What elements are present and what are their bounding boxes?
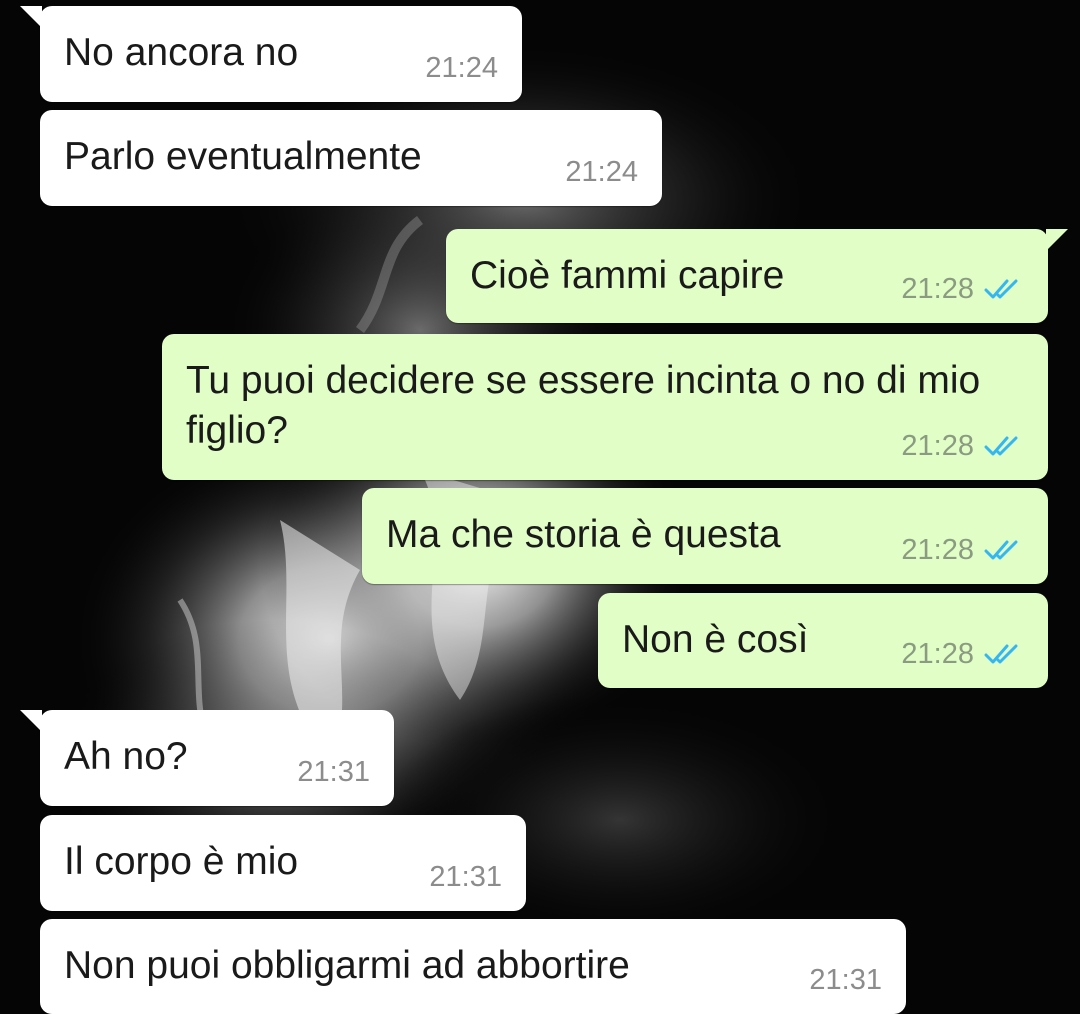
message-text: Il corpo è mio (64, 840, 299, 883)
message-meta: 21:28 (901, 430, 1024, 462)
incoming-message-bubble[interactable]: Parlo eventualmente 21:24 (40, 110, 662, 206)
double-check-read-icon (984, 644, 1018, 664)
message-text: Non puoi obbligarmi ad abbortire (64, 944, 630, 987)
incoming-message-bubble[interactable]: Non puoi obbligarmi ad abbortire 21:31 (40, 919, 906, 1014)
incoming-message-bubble[interactable]: Il corpo è mio 21:31 (40, 815, 526, 911)
message-text: Ah no? (64, 735, 188, 778)
message-text: Parlo eventualmente (64, 135, 422, 178)
message-timestamp: 21:28 (901, 273, 974, 305)
message-timestamp: 21:28 (901, 430, 974, 462)
double-check-read-icon (984, 279, 1018, 299)
message-timestamp: 21:31 (429, 861, 502, 893)
outgoing-message-bubble[interactable]: Non è così 21:28 (598, 593, 1048, 688)
message-text: Ma che storia è questa (386, 513, 781, 556)
outgoing-message-bubble[interactable]: Tu puoi decidere se essere incinta o no … (162, 334, 1048, 480)
message-meta: 21:24 (565, 156, 638, 188)
message-meta: 21:31 (297, 756, 370, 788)
chat-view[interactable]: No ancora no 21:24 Parlo eventualmente 2… (0, 0, 1080, 1014)
message-text: No ancora no (64, 31, 299, 74)
message-timestamp: 21:28 (901, 638, 974, 670)
message-timestamp: 21:31 (297, 756, 370, 788)
message-text: Non è così (622, 618, 809, 661)
message-meta: 21:28 (901, 273, 1024, 305)
message-timestamp: 21:31 (809, 964, 882, 996)
incoming-message-bubble[interactable]: No ancora no 21:24 (20, 6, 522, 102)
message-timestamp: 21:24 (565, 156, 638, 188)
outgoing-message-bubble[interactable]: Ma che storia è questa 21:28 (362, 488, 1048, 584)
incoming-message-bubble[interactable]: Ah no? 21:31 (20, 710, 394, 806)
message-meta: 21:31 (809, 964, 882, 996)
outgoing-message-bubble[interactable]: Cioè fammi capire 21:28 (446, 229, 1068, 323)
message-meta: 21:31 (429, 861, 502, 893)
message-text: Tu puoi decidere se essere incinta o no … (186, 359, 981, 452)
message-meta: 21:28 (901, 534, 1024, 566)
incoming-bubble-tail (20, 710, 42, 732)
outgoing-bubble-tail (1046, 229, 1068, 251)
message-timestamp: 21:28 (901, 534, 974, 566)
double-check-read-icon (984, 540, 1018, 560)
message-meta: 21:24 (425, 52, 498, 84)
double-check-read-icon (984, 436, 1018, 456)
message-meta: 21:28 (901, 638, 1024, 670)
message-timestamp: 21:24 (425, 52, 498, 84)
message-text: Cioè fammi capire (470, 254, 785, 297)
incoming-bubble-tail (20, 6, 42, 28)
